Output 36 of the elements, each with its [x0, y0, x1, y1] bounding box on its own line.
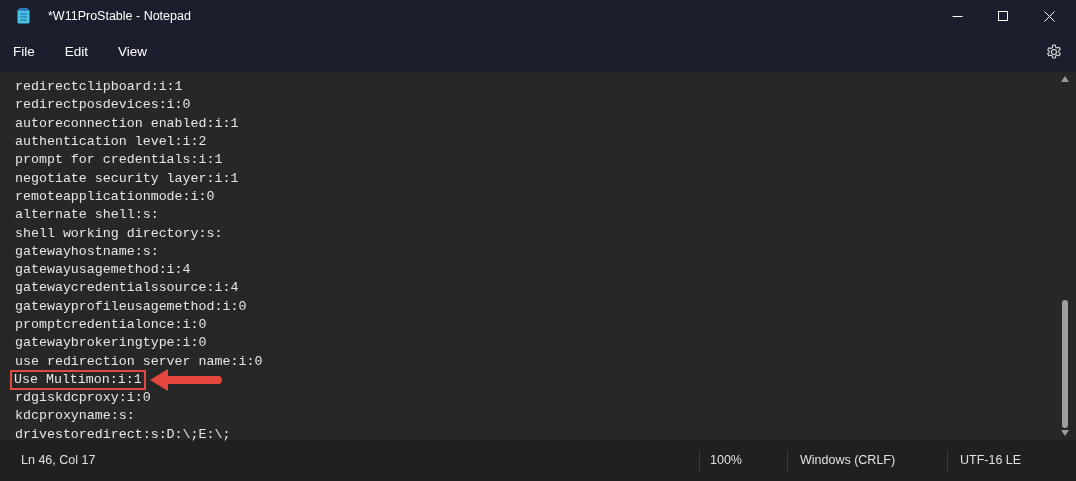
code-line: shell working directory:s: [15, 225, 223, 242]
code-line: gatewayhostname:s: [15, 243, 159, 260]
code-line: redirectclipboard:i:1 [15, 79, 183, 96]
code-line: gatewaycredentialssource:i:4 [15, 280, 239, 297]
scroll-down-icon[interactable] [1061, 430, 1069, 436]
code-line: negotiate security layer:i:1 [15, 170, 239, 187]
zoom-level: 100% [709, 452, 743, 470]
code-line: use redirection server name:i:0 [15, 353, 263, 370]
code-line: gatewayprofileusagemethod:i:0 [15, 298, 247, 315]
arrow-icon [149, 367, 224, 392]
scrollbar-thumb[interactable] [1062, 300, 1068, 428]
close-icon[interactable] [1043, 10, 1055, 22]
menu-item[interactable]: View [109, 41, 157, 63]
code-line: gatewayusagemethod:i:4 [15, 262, 191, 279]
code-line: gatewaybrokeringtype:i:0 [15, 335, 207, 352]
code-line: promptcredentialonce:i:0 [15, 317, 207, 333]
code-line: kdcproxyname:s: [15, 408, 135, 425]
code-line: autoreconnection enabled:i:1 [15, 115, 239, 132]
cursor-position: Ln 46, Col 17 [21, 452, 96, 470]
settings-icon[interactable] [1046, 44, 1062, 60]
code-line: prompt for credentials:i:1 [15, 152, 223, 169]
encoding: UTF-16 LE [959, 452, 1023, 470]
code-line: alternate shell:s: [15, 207, 159, 224]
scroll-up-icon[interactable] [1061, 76, 1069, 82]
notepad-icon [17, 8, 30, 24]
line-endings: Windows (CRLF) [799, 452, 897, 470]
code-line: remoteapplicationmode:i:0 [15, 188, 215, 205]
code-line: authentication level:i:2 [15, 134, 207, 151]
maximize-icon[interactable] [998, 11, 1008, 21]
menu-item[interactable]: File [4, 41, 44, 63]
menu-item[interactable]: Edit [55, 41, 98, 63]
code-line: drivestoredirect:s:D:\;E:\; [15, 426, 231, 443]
code-line: rdgiskdcproxy:i:0 [15, 390, 151, 407]
code-line: redirectposdevices:i:0 [15, 97, 191, 114]
window-title: *W11ProStable - Notepad [48, 7, 191, 25]
code-line: Use Multimon:i:1 [12, 371, 144, 388]
